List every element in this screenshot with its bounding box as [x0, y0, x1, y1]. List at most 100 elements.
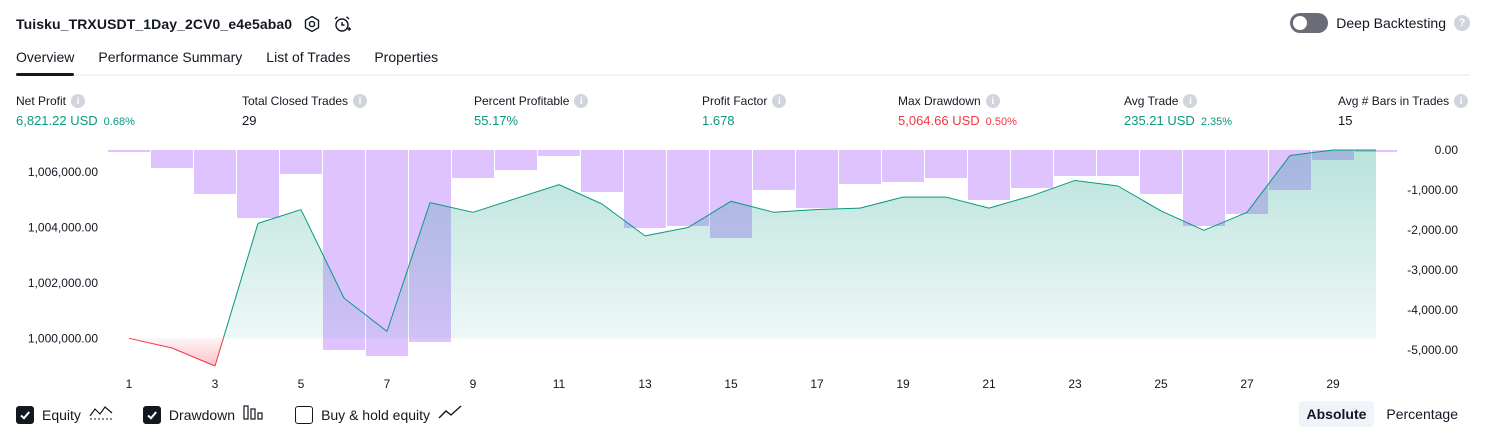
left-axis-tick-label: 1,004,000.00 [28, 221, 98, 235]
drawdown-checkbox[interactable] [142, 405, 161, 424]
legend-equity-label: Equity [42, 406, 81, 423]
metric-value: 6,821.22 USD [16, 113, 98, 128]
metric-value: 55.17% [474, 113, 519, 128]
metric-value: 15 [1338, 113, 1353, 128]
drawdown-bar [452, 150, 494, 178]
metric-value: 1.678 [702, 113, 735, 128]
tab-performance-summary[interactable]: Performance Summary [98, 44, 242, 74]
right-axis-tick-label: -5,000.00 [1407, 343, 1458, 357]
drawdown-bar [194, 150, 236, 194]
info-icon[interactable]: i [772, 94, 787, 108]
legend-drawdown[interactable]: Drawdown [142, 404, 265, 425]
equity-area-negative [129, 338, 224, 366]
info-icon[interactable]: i [71, 94, 86, 108]
metric-label: Total Closed Trades [242, 94, 349, 108]
chart-legend: Equity Drawdown Buy & hold equity [16, 404, 492, 425]
x-axis-tick-label: 7 [384, 377, 391, 391]
equity-checkbox[interactable] [16, 405, 34, 424]
drawdown-bar [753, 150, 795, 190]
legend-buy-hold-label: Buy & hold equity [321, 406, 431, 423]
metric-label: Avg Trade [1124, 94, 1179, 108]
x-axis-tick-label: 3 [212, 377, 219, 391]
metric-percent: 0.68% [103, 116, 135, 128]
info-icon[interactable]: i [1183, 94, 1198, 108]
x-axis-tick-label: 21 [982, 377, 996, 391]
metric-max-drawdown: Max Drawdown i 5,064.66 USD 0.50% [898, 93, 1017, 128]
percentage-button[interactable]: Percentage [1378, 401, 1466, 427]
x-axis-tick-label: 11 [553, 377, 566, 391]
x-axis-tick-label: 9 [470, 377, 477, 391]
equity-line-icon [89, 404, 113, 425]
right-axis-tick-label: -3,000.00 [1407, 263, 1458, 277]
metric-percent: 0.50% [985, 116, 1017, 128]
metric-profit-factor: Profit Factor i 1.678 [702, 93, 787, 128]
x-axis-tick-label: 13 [638, 377, 652, 391]
tab-properties[interactable]: Properties [374, 44, 438, 74]
drawdown-bar [237, 150, 279, 218]
drawdown-bar [667, 150, 709, 226]
drawdown-bar [108, 150, 150, 152]
x-axis-tick-label: 25 [1154, 377, 1168, 391]
metric-label: Avg # Bars in Trades [1338, 94, 1450, 108]
metric-percent: 2.35% [1200, 116, 1233, 128]
metric-label: Max Drawdown [898, 94, 981, 108]
buy-hold-checkbox[interactable] [295, 405, 314, 424]
tab-overview[interactable]: Overview [16, 44, 75, 76]
left-axis-tick-label: 1,002,000.00 [28, 276, 98, 290]
drawdown-bar [538, 150, 580, 156]
deep-backtesting: Deep Backtesting ? [1290, 13, 1470, 33]
right-axis-tick-label: -2,000.00 [1407, 223, 1458, 237]
drawdown-bar [280, 150, 322, 174]
legend-buy-hold[interactable]: Buy & hold equity [295, 404, 462, 425]
info-icon[interactable]: i [574, 94, 589, 108]
legend-equity[interactable]: Equity [16, 404, 113, 425]
legend-drawdown-label: Drawdown [168, 406, 236, 423]
right-axis-tick-label: 0.00 [1435, 143, 1459, 157]
drawdown-bar [882, 150, 924, 182]
metric-label: Net Profit [16, 94, 67, 108]
help-icon[interactable]: ? [1454, 15, 1470, 31]
left-axis-tick-label: 1,006,000.00 [28, 165, 98, 179]
drawdown-bars-icon [243, 404, 265, 425]
absolute-button[interactable]: Absolute [1298, 401, 1375, 427]
x-axis-tick-label: 27 [1240, 377, 1254, 391]
metric-value: 29 [242, 113, 257, 128]
drawdown-bar [1011, 150, 1053, 188]
deep-backtesting-toggle[interactable] [1290, 13, 1329, 33]
equity-drawdown-chart[interactable]: 1,000,000.00 1,002,000.00 1,004,000.00 1,00… [0, 140, 1486, 396]
settings-icon[interactable] [302, 14, 322, 34]
drawdown-bar [925, 150, 967, 178]
metric-label: Profit Factor [702, 94, 768, 108]
right-axis-tick-label: -4,000.00 [1407, 303, 1458, 317]
tab-list-of-trades[interactable]: List of Trades [266, 44, 350, 74]
metric-percent-profitable: Percent Profitable i 55.17% [474, 93, 589, 128]
buy-hold-line-icon [438, 404, 462, 425]
strategy-header: Tuisku_TRXUSDT_1Day_2CV0_e4e5aba0 [16, 12, 352, 36]
x-axis-tick-label: 17 [810, 377, 824, 391]
drawdown-bar [624, 150, 666, 228]
drawdown-bar [1140, 150, 1182, 194]
metric-total-closed-trades: Total Closed Trades i 29 [242, 93, 368, 128]
drawdown-bar [495, 150, 537, 170]
tab-bar: Overview Performance Summary List of Tra… [16, 44, 1470, 76]
info-icon[interactable]: i [985, 94, 1000, 108]
x-axis-tick-label: 23 [1068, 377, 1082, 391]
scale-mode-switch: Absolute Percentage [1298, 401, 1467, 427]
alarm-add-icon[interactable] [332, 14, 352, 34]
drawdown-bar [151, 150, 193, 168]
right-axis-tick-label: -1,000.00 [1407, 183, 1458, 197]
left-axis-tick-label: 1,000,000.00 [28, 331, 98, 345]
metric-label: Percent Profitable [474, 94, 570, 108]
info-icon[interactable]: i [1454, 94, 1469, 108]
x-axis-tick-label: 29 [1326, 377, 1340, 391]
metric-net-profit: Net Profit i 6,821.22 USD 0.68% [16, 93, 135, 128]
metric-avg-trade: Avg Trade i 235.21 USD 2.35% [1124, 93, 1232, 128]
drawdown-bar [1097, 150, 1139, 176]
deep-backtesting-label: Deep Backtesting [1336, 15, 1446, 31]
drawdown-bar [581, 150, 623, 192]
x-axis-tick-label: 15 [724, 377, 738, 391]
info-icon[interactable]: i [353, 94, 368, 108]
x-axis-tick-label: 19 [896, 377, 910, 391]
drawdown-bar [796, 150, 838, 208]
x-axis-tick-label: 1 [126, 377, 133, 391]
